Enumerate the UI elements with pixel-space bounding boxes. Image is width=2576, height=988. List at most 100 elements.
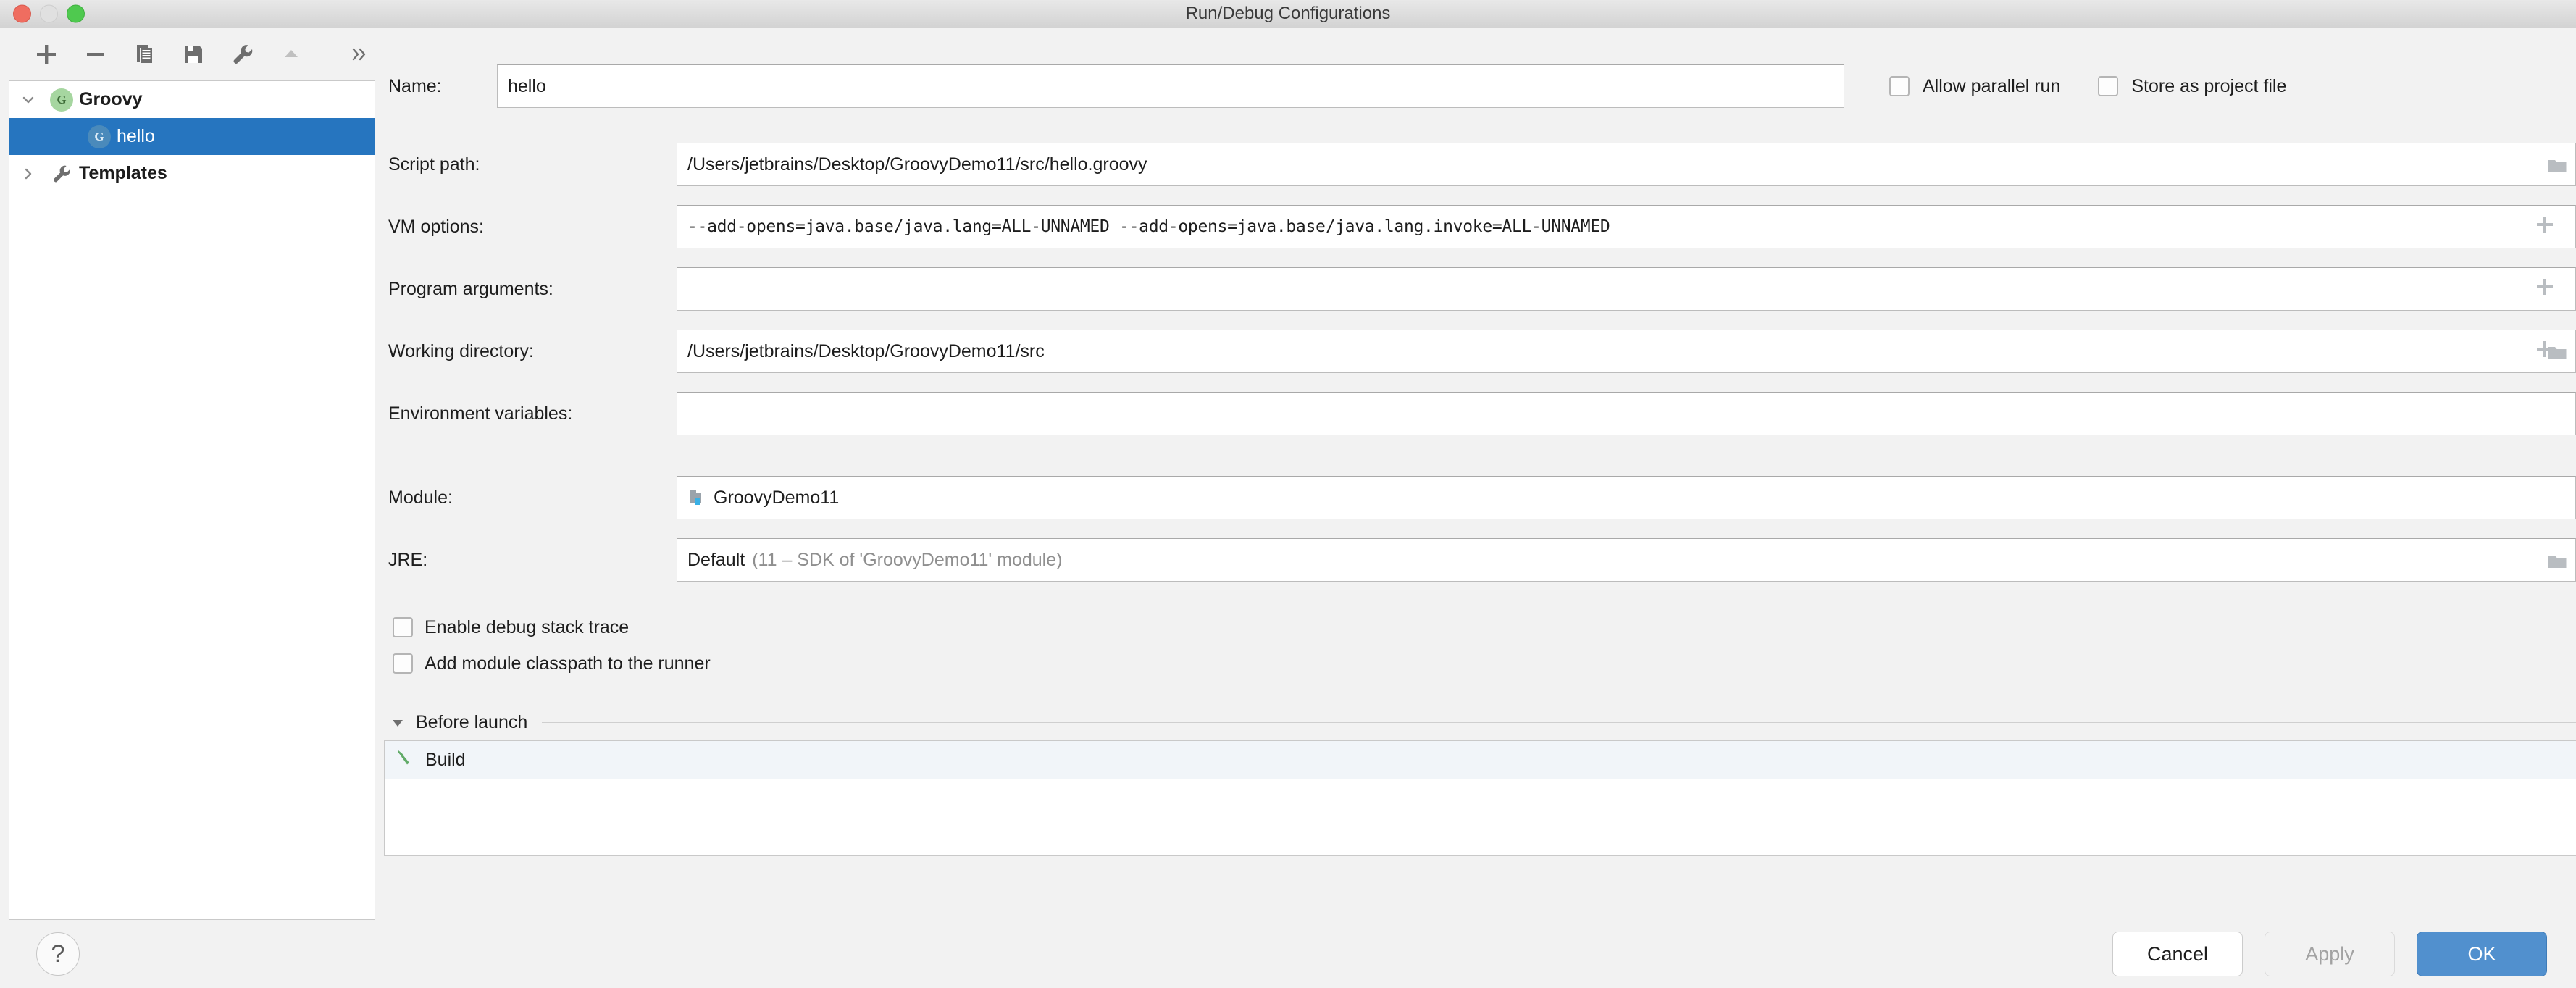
enable-debug-stack-trace-box[interactable]: [393, 617, 413, 637]
name-input-value: hello: [508, 75, 546, 96]
window-title: Run/Debug Configurations: [1185, 4, 1391, 23]
environment-variables-label: Environment variables:: [388, 403, 573, 424]
module-folder-icon: [687, 487, 708, 508]
configurations-toolbar: [0, 28, 384, 80]
enable-debug-stack-trace-checkbox[interactable]: Enable debug stack trace: [384, 609, 2576, 645]
triangle-up-icon: [279, 42, 304, 67]
jre-hint: (11 – SDK of 'GroovyDemo11' module): [752, 549, 1063, 570]
working-directory-value: /Users/jetbrains/Desktop/GroovyDemo11/sr…: [687, 340, 1045, 361]
jre-combobox[interactable]: Default (11 – SDK of 'GroovyDemo11' modu…: [677, 538, 2576, 582]
wrench-icon: [230, 42, 255, 67]
vm-options-expand-icon[interactable]: [2533, 213, 2556, 240]
remove-configuration-button[interactable]: [71, 33, 120, 76]
allow-parallel-run-label: Allow parallel run: [1923, 75, 2061, 96]
zoom-button[interactable]: [67, 4, 85, 23]
add-module-classpath-checkbox[interactable]: Add module classpath to the runner: [384, 645, 2576, 682]
groovy-icon: G: [47, 88, 76, 112]
tree-item-templates[interactable]: Templates: [9, 155, 375, 192]
run-debug-configurations-dialog: Run/Debug Configurations G Groovy G hell…: [0, 0, 2576, 988]
copy-configuration-button[interactable]: [120, 33, 169, 76]
working-directory-input[interactable]: /Users/jetbrains/Desktop/GroovyDemo11/sr…: [677, 330, 2576, 373]
chevron-down-icon[interactable]: [9, 91, 47, 109]
dialog-content: G Groovy G hello Templates Name: hello A…: [0, 28, 2576, 988]
name-row: Name: hello Allow parallel run Store as …: [384, 63, 2576, 109]
program-arguments-input[interactable]: [677, 267, 2576, 311]
groovy-script-icon: G: [85, 125, 114, 148]
jre-browse-icon[interactable]: [2545, 548, 2569, 572]
script-path-value: /Users/jetbrains/Desktop/GroovyDemo11/sr…: [687, 154, 1147, 175]
triangle-down-icon[interactable]: [390, 715, 416, 731]
working-directory-label: Working directory:: [388, 340, 534, 361]
move-up-button[interactable]: [267, 33, 317, 76]
plus-icon: [34, 42, 59, 67]
environment-variables-input[interactable]: [677, 392, 2576, 435]
jre-value: Default: [687, 549, 745, 570]
before-launch-item-build[interactable]: Build: [385, 741, 2576, 779]
working-directory-browse-icon[interactable]: [2545, 339, 2569, 364]
before-launch-title: Before launch: [416, 712, 528, 732]
more-options-button[interactable]: [335, 33, 384, 76]
module-combobox[interactable]: GroovyDemo11: [677, 476, 2576, 519]
dialog-buttons-bar: ? Cancel Apply OK: [0, 920, 2576, 988]
chevron-right-icon[interactable]: [9, 164, 47, 183]
copy-icon: [132, 42, 156, 67]
dialog-upper: G Groovy G hello Templates Name: hello A…: [0, 28, 2576, 920]
minimize-button[interactable]: [40, 4, 58, 23]
before-launch-header[interactable]: Before launch: [384, 712, 2576, 733]
module-value: GroovyDemo11: [714, 487, 840, 508]
configuration-form: Name: hello Allow parallel run Store as …: [384, 28, 2576, 920]
name-input[interactable]: hello: [497, 64, 1844, 108]
window-titlebar: Run/Debug Configurations: [0, 0, 2576, 28]
groovy-badge-label: G: [50, 88, 73, 112]
ok-button[interactable]: OK: [2417, 932, 2547, 976]
vm-options-value: --add-opens=java.base/java.lang=ALL-UNNA…: [687, 217, 1610, 236]
store-as-project-file-label: Store as project file: [2131, 75, 2287, 96]
vm-options-input[interactable]: --add-opens=java.base/java.lang=ALL-UNNA…: [677, 205, 2576, 248]
tree-item-groovy-label: Groovy: [79, 89, 143, 109]
script-path-browse-icon[interactable]: [2545, 152, 2569, 177]
save-configuration-button[interactable]: [169, 33, 218, 76]
help-button[interactable]: ?: [36, 932, 80, 976]
tree-item-templates-label: Templates: [79, 163, 167, 183]
program-arguments-expand-icon[interactable]: [2533, 275, 2556, 303]
edit-templates-button[interactable]: [218, 33, 267, 76]
minus-icon: [83, 42, 108, 67]
module-label: Module:: [388, 487, 453, 508]
working-directory-row: Working directory: /Users/jetbrains/Desk…: [384, 330, 2576, 373]
save-icon: [181, 42, 206, 67]
tree-item-hello[interactable]: G hello: [9, 118, 375, 155]
before-launch-item-label: Build: [425, 749, 466, 770]
configurations-tree[interactable]: G Groovy G hello Templates: [9, 80, 375, 920]
script-path-label: Script path:: [388, 154, 480, 175]
program-arguments-label: Program arguments:: [388, 278, 553, 299]
build-hammer-icon: [395, 747, 417, 774]
jre-label: JRE:: [388, 549, 428, 570]
groovy-script-badge-label: G: [88, 125, 111, 148]
add-configuration-button[interactable]: [22, 33, 71, 76]
before-launch-divider: [542, 722, 2576, 723]
apply-button[interactable]: Apply: [2265, 932, 2395, 976]
wrench-icon: [47, 163, 76, 185]
module-row: Module: GroovyDemo11: [384, 476, 2576, 519]
add-module-classpath-label: Add module classpath to the runner: [425, 653, 711, 674]
add-module-classpath-box[interactable]: [393, 653, 413, 674]
enable-debug-stack-trace-label: Enable debug stack trace: [425, 616, 630, 637]
store-as-project-file-box[interactable]: [2098, 76, 2119, 96]
allow-parallel-run-checkbox[interactable]: Allow parallel run: [1889, 76, 2060, 97]
program-arguments-row: Program arguments:: [384, 267, 2576, 311]
close-button[interactable]: [13, 4, 31, 23]
window-controls: [13, 4, 85, 23]
store-as-project-file-checkbox[interactable]: Store as project file: [2098, 76, 2286, 97]
tree-item-groovy[interactable]: G Groovy: [9, 81, 375, 118]
allow-parallel-run-box[interactable]: [1889, 76, 1910, 96]
vm-options-row: VM options: --add-opens=java.base/java.l…: [384, 205, 2576, 248]
before-launch-list[interactable]: Build: [384, 740, 2576, 856]
configurations-panel: G Groovy G hello Templates: [0, 28, 384, 920]
name-label: Name:: [388, 75, 442, 96]
vm-options-label: VM options:: [388, 216, 485, 237]
environment-variables-row: Environment variables:: [384, 392, 2576, 435]
script-path-row: Script path: /Users/jetbrains/Desktop/Gr…: [384, 143, 2576, 186]
script-path-input[interactable]: /Users/jetbrains/Desktop/GroovyDemo11/sr…: [677, 143, 2576, 186]
cancel-button[interactable]: Cancel: [2112, 932, 2243, 976]
tree-item-hello-label: hello: [117, 126, 155, 146]
